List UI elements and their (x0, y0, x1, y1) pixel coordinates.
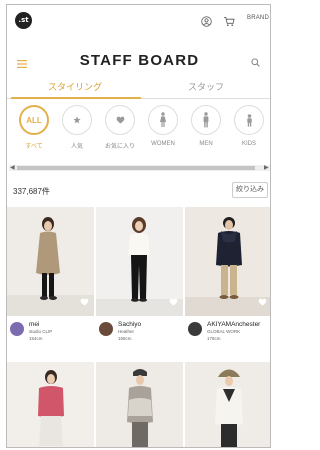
star-icon (62, 105, 92, 135)
styling-photo[interactable] (96, 207, 183, 316)
scroll-right-arrow-icon[interactable]: ▶ (264, 164, 269, 171)
styling-photo[interactable] (185, 362, 270, 447)
scrollbar-thumb[interactable] (17, 166, 255, 170)
filter-kids[interactable]: KIDS (230, 105, 268, 147)
filter-label: お気に入り (104, 144, 135, 150)
heart-icon[interactable] (258, 293, 267, 311)
tab-staff[interactable]: スタッフ (140, 80, 270, 93)
styling-photo[interactable] (96, 362, 183, 447)
staff-photo-image (185, 362, 270, 447)
styling-card[interactable]: mei studio CLIP 154cm (7, 207, 94, 354)
filter-all[interactable]: ALL すべて (15, 105, 53, 150)
staff-shop: GLOBAL WORK (207, 329, 241, 334)
filter-all-text: ALL (26, 115, 42, 125)
filter-popular[interactable]: 人気 (58, 105, 96, 150)
staff-name[interactable]: AKIYAMAnchester (207, 321, 260, 328)
search-icon[interactable] (251, 54, 260, 72)
cart-icon[interactable] (223, 14, 235, 32)
staff-name[interactable]: Sachiyo (118, 321, 141, 328)
filter-women[interactable]: WOMEN (144, 105, 182, 147)
filter-label: KIDS (241, 141, 256, 147)
staff-name[interactable]: mei (29, 321, 39, 328)
staff-photo-image (96, 362, 183, 447)
filter-all-circle: ALL (19, 105, 49, 135)
staff-info: AKIYAMAnchester GLOBAL WORK 178cm (185, 316, 270, 354)
page-title: STAFF BOARD (79, 52, 200, 69)
heart-icon[interactable] (80, 293, 89, 311)
user-circle-icon[interactable] (201, 14, 212, 32)
filter-men[interactable]: MEN (187, 105, 225, 147)
filter-label: MEN (199, 141, 213, 147)
styling-photo[interactable] (7, 362, 94, 447)
page-header: STAFF BOARD (7, 41, 270, 72)
top-bar: .st BRAND (7, 5, 270, 33)
styling-card[interactable]: Sachiyo Heather 158cm (96, 207, 183, 354)
staff-photo-image (7, 362, 94, 447)
refine-button[interactable]: 絞り込み (232, 182, 268, 198)
styling-card[interactable] (96, 362, 183, 447)
women-icon (148, 105, 178, 135)
result-count: 337,687件 (13, 187, 50, 196)
heart-icon (105, 105, 135, 135)
avatar[interactable] (99, 322, 113, 336)
scroll-left-arrow-icon[interactable]: ◀ (10, 164, 15, 171)
styling-card[interactable] (185, 362, 270, 447)
staff-info: mei studio CLIP 154cm (7, 316, 94, 354)
styling-card[interactable]: AKIYAMAnchester GLOBAL WORK 178cm (185, 207, 270, 354)
men-icon (191, 105, 221, 135)
filter-label: WOMEN (151, 141, 175, 147)
styling-card[interactable] (7, 362, 94, 447)
avatar[interactable] (10, 322, 24, 336)
tab-bar: スタイリング スタッフ (7, 73, 270, 99)
results-bar: 337,687件 絞り込み (7, 179, 270, 201)
heart-icon[interactable] (169, 293, 178, 311)
filter-scrollbar[interactable]: ◀ ▶ (9, 165, 270, 171)
staff-height: 154cm (29, 336, 43, 341)
filter-label: 人気 (70, 144, 83, 150)
staff-shop: studio CLIP (29, 329, 53, 334)
styling-photo[interactable] (7, 207, 94, 316)
kids-icon (234, 105, 264, 135)
app-frame: .st BRAND STAFF BOARD スタイリング スタッフ ALL すべ… (6, 4, 271, 448)
styling-photo[interactable] (185, 207, 270, 316)
avatar[interactable] (188, 322, 202, 336)
store-logo[interactable]: .st (15, 12, 32, 29)
staff-height: 158cm (118, 336, 132, 341)
tab-styling[interactable]: スタイリング (9, 80, 141, 93)
brand-link[interactable]: BRAND (247, 15, 269, 21)
category-filters: ALL すべて 人気 お気に入り WOMEN MEN KIDS (7, 105, 270, 161)
filter-label: すべて (25, 144, 43, 150)
active-tab-indicator (11, 97, 141, 99)
staff-height: 178cm (207, 336, 221, 341)
staff-info: Sachiyo Heather 158cm (96, 316, 183, 354)
filter-favorites[interactable]: お気に入り (101, 105, 139, 150)
staff-shop: Heather (118, 329, 135, 334)
